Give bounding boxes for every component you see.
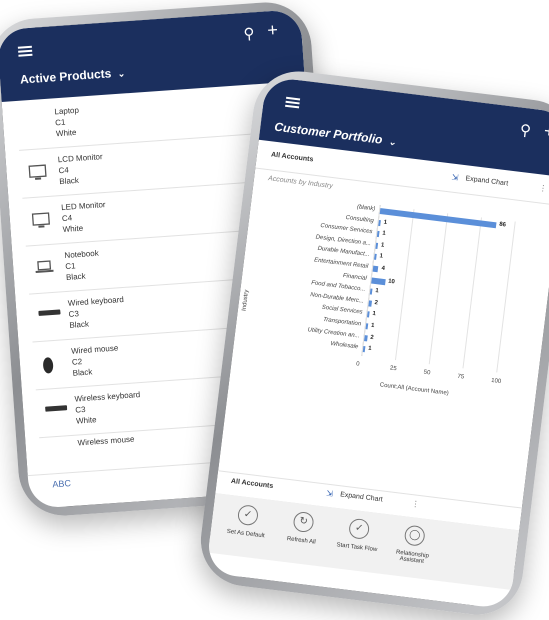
data-label: 4 (381, 265, 386, 273)
chart-bar[interactable] (372, 265, 379, 273)
mouse-icon (43, 357, 54, 374)
x-tick-label: 0 (355, 361, 360, 368)
checkmark-icon: ✓ (236, 504, 260, 527)
list-item-text: Wired keyboard C3 Black (67, 294, 125, 331)
laptop-icon (35, 260, 54, 274)
right-phone-screen: ⚲ + Customer Portfolio ⌄ All Accounts ⇲ … (205, 76, 549, 610)
list-item-text: LCD Monitor C4 Black (57, 151, 104, 187)
chevron-down-icon: ⌄ (117, 68, 126, 79)
task-flow-icon: ✓ (347, 517, 371, 541)
start-task-flow-button[interactable]: ✓ Start Task Flow (328, 515, 389, 554)
x-tick-label: 50 (423, 369, 431, 377)
item-color: White (55, 127, 77, 139)
refresh-all-button[interactable]: ↻ Refresh All (272, 509, 333, 548)
list-item-text: Wireless mouse (77, 434, 135, 449)
view-selector[interactable]: All Accounts (231, 478, 274, 490)
alphabet-jump[interactable]: ABC (52, 478, 71, 489)
x-tick-label: 25 (389, 365, 397, 373)
item-name: Laptop (54, 105, 80, 117)
expand-chart-button[interactable]: Expand Chart (465, 175, 508, 187)
list-item-text: Notebook C1 Black (64, 248, 100, 283)
item-color: Black (59, 175, 80, 187)
right-phone: ⚲ + Customer Portfolio ⌄ All Accounts ⇲ … (195, 66, 549, 620)
expand-chart-button[interactable]: Expand Chart (340, 491, 383, 503)
monitor-icon (31, 212, 50, 228)
data-label: 10 (387, 278, 396, 285)
keyboard-icon (38, 309, 61, 316)
chart-title: Accounts by Industry (267, 175, 334, 191)
data-label: 86 (498, 221, 507, 229)
hamburger-icon[interactable] (17, 45, 32, 49)
refresh-icon: ↻ (292, 510, 315, 534)
data-label: 1 (381, 230, 386, 238)
view-selector[interactable]: All Accounts (271, 151, 314, 163)
keyboard-icon (45, 405, 68, 412)
relationship-assistant-button[interactable]: ◯ Relationship Assistant (383, 522, 445, 567)
list-item-text: LED Monitor C4 White (61, 199, 108, 235)
set-as-default-button[interactable]: ✓ Set As Default (217, 502, 278, 541)
item-color: Black (72, 367, 93, 378)
more-vertical-icon[interactable]: ⋮ (411, 499, 420, 509)
plus-icon[interactable]: + (543, 121, 549, 142)
item-color: Black (65, 271, 86, 282)
list-item-text: Wired mouse C2 Black (71, 342, 120, 378)
list-item-text: Laptop C1 White (54, 105, 81, 140)
action-label: Refresh All (286, 536, 316, 546)
action-label: Start Task Flow (336, 542, 378, 554)
list-item-text: Wireless keyboard C3 White (74, 389, 142, 427)
right-app-title: Customer Portfolio (273, 119, 384, 147)
monitor-icon (28, 164, 47, 180)
data-label: 1 (374, 288, 379, 295)
item-name: Wireless mouse (77, 434, 135, 448)
x-tick-label: 100 (490, 377, 502, 386)
chevron-down-icon: ⌄ (387, 136, 397, 148)
action-label: Set As Default (226, 528, 265, 540)
expand-chart-icon[interactable]: ⇲ (451, 173, 459, 183)
more-vertical-icon[interactable]: ⋮ (538, 183, 547, 193)
x-axis-label: Count:All (Account Name) (379, 382, 450, 397)
lightbulb-icon: ◯ (403, 524, 426, 547)
data-label: 1 (370, 322, 375, 330)
data-label: 1 (379, 253, 384, 261)
left-app-title: Active Products (19, 66, 112, 87)
item-color: White (62, 223, 84, 235)
right-app-title-wrap[interactable]: Customer Portfolio ⌄ (274, 120, 397, 149)
expand-chart-icon[interactable]: ⇲ (326, 489, 334, 499)
plus-icon[interactable]: + (267, 20, 279, 41)
hamburger-icon[interactable] (286, 96, 301, 101)
action-label: Relationship Assistant (395, 549, 430, 565)
data-label: 2 (374, 299, 379, 307)
x-tick-label: 75 (457, 373, 465, 381)
left-app-title-wrap[interactable]: Active Products ⌄ (20, 65, 126, 86)
chart-area: Industry (blank) 86 Consulting 1 Consumer Se… (220, 187, 549, 492)
data-label: 1 (372, 311, 377, 318)
search-icon[interactable]: ⚲ (243, 25, 255, 43)
search-icon[interactable]: ⚲ (519, 122, 532, 140)
